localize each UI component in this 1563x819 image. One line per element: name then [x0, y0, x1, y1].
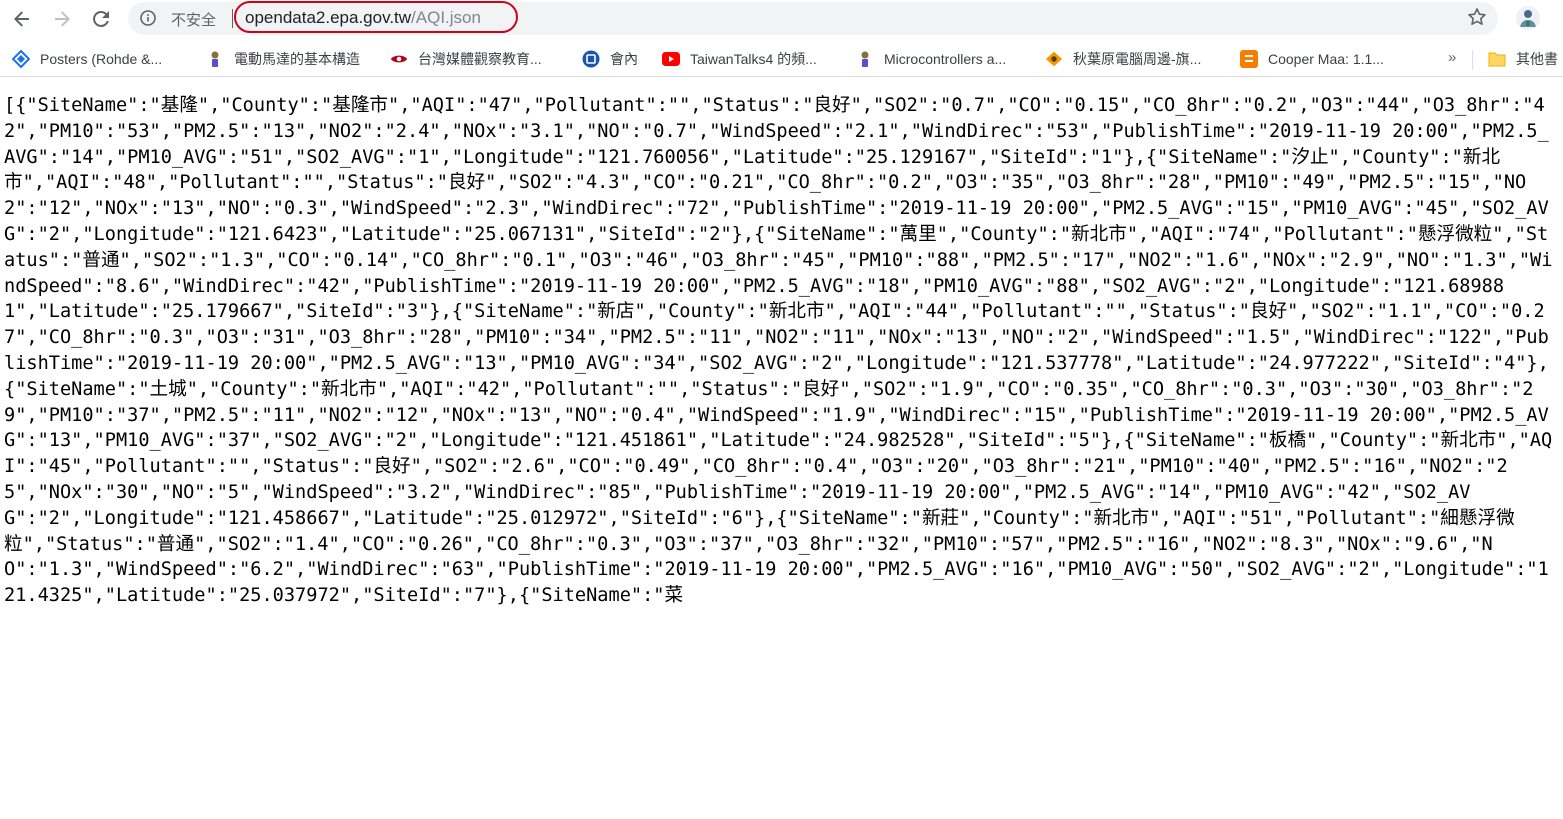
- bookmark-item[interactable]: TaiwanTalks4 的頻...: [662, 48, 817, 70]
- star-icon: [1467, 7, 1487, 32]
- profile-avatar[interactable]: [1513, 3, 1543, 33]
- bookmark-label: 秋葉原電腦周邊-旗...: [1073, 51, 1202, 67]
- bookmark-label: 會內: [610, 51, 638, 67]
- orange-logo-icon: [1045, 50, 1063, 68]
- bookmark-label: Cooper Maa: 1.1...: [1268, 51, 1384, 67]
- bookmark-label: 台灣媒體觀察教育...: [418, 51, 542, 67]
- bookmark-item[interactable]: 秋葉原電腦周邊-旗...: [1045, 48, 1201, 70]
- eye-logo-icon: [390, 50, 408, 68]
- bookmark-item[interactable]: 電動馬達的基本構造: [206, 48, 360, 70]
- json-text: [{"SiteName":"基隆","County":"基隆市","AQI":"…: [4, 95, 1553, 607]
- arrow-right-icon: [53, 10, 71, 28]
- bookmark-item[interactable]: Microcontrollers a...: [856, 48, 1006, 70]
- blue-circle-icon: [582, 50, 600, 68]
- other-bookmarks-folder[interactable]: 其他書: [1488, 48, 1558, 70]
- reload-button[interactable]: [87, 5, 115, 33]
- url-path: /AQI.json: [411, 8, 481, 27]
- bookmark-star-button[interactable]: [1463, 5, 1491, 33]
- arrow-left-icon: [13, 10, 31, 28]
- browser-toolbar: 不安全 opendata2.epa.gov.tw/AQI.json: [0, 0, 1563, 38]
- bookmark-item[interactable]: Posters (Rohde &...: [12, 48, 162, 70]
- page-icon: [206, 50, 224, 68]
- page-icon: [856, 50, 874, 68]
- forward-button[interactable]: [48, 5, 76, 33]
- url-text[interactable]: opendata2.epa.gov.tw/AQI.json: [245, 8, 481, 28]
- bookmark-label: Microcontrollers a...: [884, 51, 1007, 67]
- security-divider: [232, 9, 233, 28]
- bookmark-item[interactable]: Cooper Maa: 1.1...: [1240, 48, 1384, 70]
- json-content-area: [{"SiteName":"基隆","County":"基隆市","AQI":"…: [4, 93, 1557, 819]
- folder-icon: [1488, 50, 1506, 68]
- bookmark-label: TaiwanTalks4 的頻...: [690, 51, 817, 67]
- bookmark-label: 電動馬達的基本構造: [234, 51, 360, 67]
- bookmarks-separator: [1472, 50, 1473, 70]
- url-host: opendata2.epa.gov.tw: [245, 8, 412, 27]
- bookmark-item[interactable]: 會內: [582, 48, 638, 70]
- rohde-logo-icon: [12, 50, 30, 68]
- reload-icon: [92, 10, 110, 28]
- back-button[interactable]: [8, 5, 36, 33]
- address-bar[interactable]: 不安全 opendata2.epa.gov.tw/AQI.json: [128, 1, 1498, 35]
- bookmarks-bar: Posters (Rohde &... 電動馬達的基本構造 台灣媒體觀察教育..…: [0, 42, 1563, 77]
- security-status-label[interactable]: 不安全: [171, 9, 216, 30]
- bookmark-item[interactable]: 台灣媒體觀察教育...: [390, 48, 542, 70]
- blogger-icon: [1240, 50, 1258, 68]
- other-bookmarks-label: 其他書: [1516, 51, 1558, 67]
- youtube-icon: [662, 50, 680, 68]
- bookmark-label: Posters (Rohde &...: [40, 51, 163, 67]
- profile-icon: [1516, 6, 1540, 30]
- info-icon[interactable]: [140, 10, 156, 26]
- bookmarks-overflow-button[interactable]: »: [1448, 49, 1456, 66]
